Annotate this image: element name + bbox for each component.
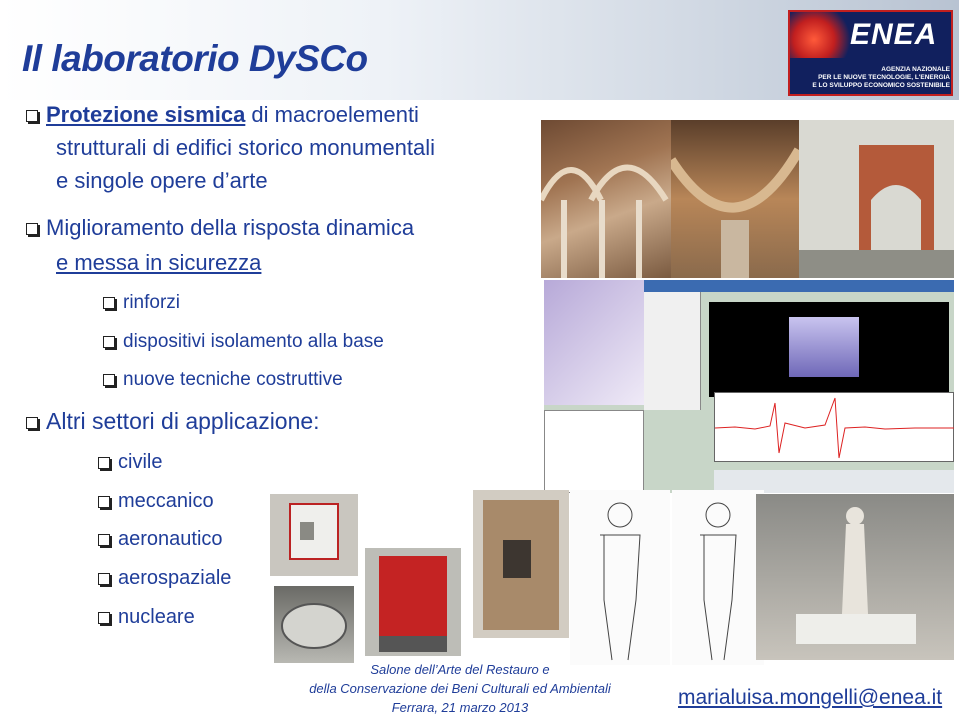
viewport [709, 302, 949, 397]
enea-logo: ENEA AGENZIA NAZIONALE PER LE NUOVE TECN… [788, 10, 953, 96]
bullet-altri-settori: Altri settori di applicazione: [26, 408, 320, 435]
bullet-bold-text: Protezione sismica [46, 102, 246, 127]
photo-civil-structure [270, 494, 358, 576]
page-title: Il laboratorio DySCo [22, 38, 368, 79]
checkbox-bullet-icon [103, 335, 115, 348]
checkbox-bullet-icon [98, 533, 110, 546]
sector-item: nucleare [98, 606, 195, 629]
checkbox-bullet-icon [103, 296, 115, 309]
software-screenshot [544, 280, 954, 493]
checkbox-bullet-icon [26, 223, 38, 236]
bullet-line: e messa in sicurezza [56, 250, 262, 275]
photo-brick-arch [799, 120, 954, 278]
logo-name: ENEA [850, 18, 938, 51]
checkbox-bullet-icon [98, 611, 110, 624]
enea-logo-mark-icon [790, 12, 850, 58]
photo-electrical-cabinet [365, 548, 461, 656]
tree-panel [644, 292, 701, 410]
bullet-miglioramento: Miglioramento della risposta dinamica [26, 211, 414, 244]
sector-item: meccanico [98, 490, 214, 513]
window-titlebar [644, 280, 954, 292]
checkbox-bullet-icon [26, 416, 38, 429]
photo-vault-detail [671, 120, 799, 278]
sector-item: aerospaziale [98, 567, 231, 590]
checkbox-bullet-icon [26, 110, 38, 123]
photo-stone-wall [473, 490, 569, 638]
checkbox-bullet-icon [103, 373, 115, 386]
logo-subtitle: AGENZIA NAZIONALE PER LE NUOVE TECNOLOGI… [812, 66, 950, 89]
sub-bullet: nuove tecniche costruttive [103, 369, 343, 391]
signal-plot [714, 392, 954, 462]
checkbox-bullet-icon [98, 495, 110, 508]
bullet-protezione-sismica: Protezione sismica di macroelementi [26, 98, 419, 131]
drawing-statue-side [672, 490, 764, 665]
bullet-line: e singole opere d’arte [56, 168, 268, 193]
bullet-line: strutturali di edifici storico monumenta… [56, 135, 436, 160]
photo-mechanical-component [274, 586, 354, 663]
email-link[interactable]: marialuisa.mongelli@enea.it [678, 686, 942, 710]
checkbox-bullet-icon [98, 572, 110, 585]
chat-panel [544, 410, 644, 493]
drawing-statue-front [570, 490, 670, 665]
checkbox-bullet-icon [98, 456, 110, 469]
footer-event: Salone dell’Arte del Restauro e della Co… [309, 662, 611, 715]
3d-model-view [544, 280, 644, 405]
sub-bullet: dispositivi isolamento alla base [103, 331, 384, 353]
photo-crypt-arches [541, 120, 671, 278]
bullet-rest-text: di macroelementi [245, 102, 419, 127]
sector-item: civile [98, 451, 162, 474]
sector-item: aeronautico [98, 528, 223, 551]
photo-statue-shake-table [756, 494, 954, 660]
sub-bullet: rinforzi [103, 292, 180, 314]
